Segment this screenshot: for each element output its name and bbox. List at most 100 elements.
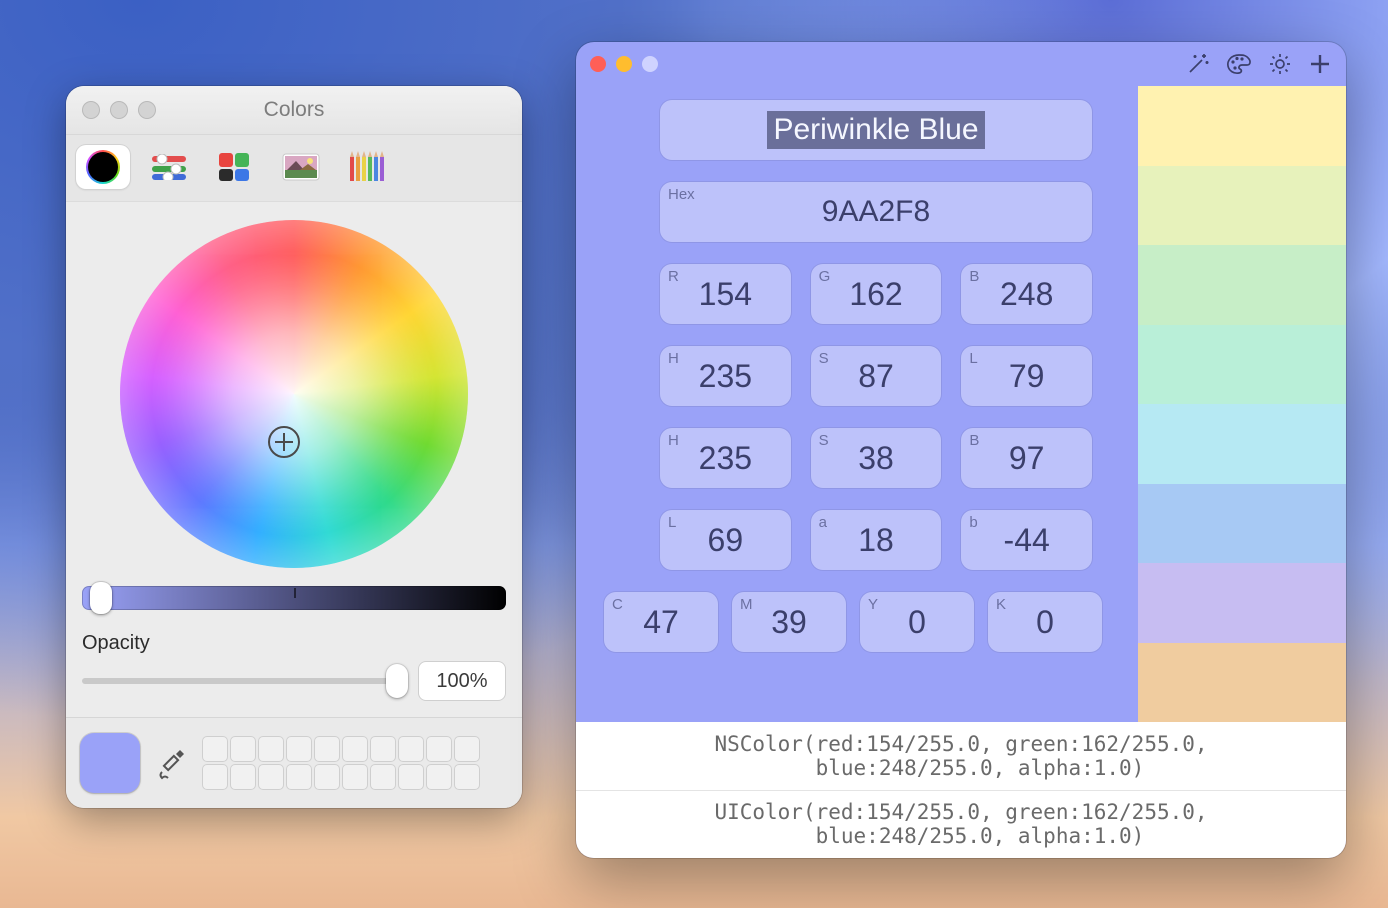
swatch-cell[interactable] [370, 736, 396, 762]
tab-color-wheel[interactable] [76, 145, 130, 189]
palette-swatch[interactable] [1138, 404, 1346, 484]
c-label: C [612, 596, 623, 613]
swatch-cell[interactable] [398, 764, 424, 790]
palette-swatch[interactable] [1138, 484, 1346, 564]
opacity-value[interactable]: 100% [418, 661, 506, 701]
swatch-grid [202, 736, 480, 790]
wand-icon[interactable] [1186, 52, 1210, 76]
cmyk-c-field[interactable]: C 47 [604, 592, 718, 652]
info-traffic-lights [590, 56, 658, 72]
lab-a-value: 18 [858, 522, 894, 559]
minimize-button[interactable] [616, 56, 632, 72]
swatch-cell[interactable] [370, 764, 396, 790]
hsb-b-value: 97 [1009, 440, 1045, 477]
lab-b-field[interactable]: b-44 [961, 510, 1092, 570]
swatch-cell[interactable] [286, 764, 312, 790]
brightness-knob[interactable] [90, 582, 112, 614]
sliders-icon [152, 154, 186, 180]
nscolor-code[interactable]: NSColor(red:154/255.0, green:162/255.0, … [576, 722, 1346, 790]
gear-icon[interactable] [1268, 52, 1292, 76]
lab-b-value: -44 [1004, 522, 1050, 559]
hsl-l-field[interactable]: L 79 [961, 346, 1092, 406]
tab-palettes[interactable] [208, 145, 262, 189]
brightness-slider[interactable] [82, 586, 506, 610]
swatch-cell[interactable] [314, 764, 340, 790]
image-icon [282, 153, 320, 181]
hsl-s-field[interactable]: S87 [811, 346, 942, 406]
opacity-slider[interactable] [82, 678, 406, 684]
hsl-h-field[interactable]: H 235 [660, 346, 791, 406]
tab-sliders[interactable] [142, 145, 196, 189]
hex-label: Hex [668, 186, 695, 203]
m-label: M [740, 596, 753, 613]
uicolor-code[interactable]: UIColor(red:154/255.0, green:162/255.0, … [576, 790, 1346, 859]
g-value: 162 [849, 276, 902, 313]
palette-swatch[interactable] [1138, 643, 1346, 723]
titlebar: Colors [66, 86, 522, 135]
color-wheel[interactable] [120, 220, 468, 568]
hsl-h-value: 235 [699, 358, 752, 395]
add-icon[interactable] [1308, 52, 1332, 76]
opacity-knob[interactable] [386, 664, 408, 698]
rgb-b-field[interactable]: B248 [961, 264, 1092, 324]
cmyk-y-field[interactable]: Y0 [860, 592, 974, 652]
palette-swatch[interactable] [1138, 563, 1346, 643]
swatch-cell[interactable] [454, 736, 480, 762]
cmyk-k-field[interactable]: K0 [988, 592, 1102, 652]
swatch-cell[interactable] [454, 764, 480, 790]
palette-swatch[interactable] [1138, 325, 1346, 405]
swatch-cell[interactable] [398, 736, 424, 762]
color-name-field[interactable]: Periwinkle Blue [660, 100, 1092, 160]
lab-l-field[interactable]: L69 [660, 510, 791, 570]
cmyk-m-field[interactable]: M 39 [732, 592, 846, 652]
rgb-r-field[interactable]: R154 [660, 264, 791, 324]
wheel-cursor-icon[interactable] [268, 426, 300, 458]
palette-swatch[interactable] [1138, 166, 1346, 246]
k-value: 0 [1036, 604, 1054, 641]
g-label: G [819, 268, 831, 285]
tab-image[interactable] [274, 145, 328, 189]
color-wheel-icon [86, 150, 120, 184]
slider-tick-icon [294, 588, 296, 598]
palettes-icon [218, 152, 252, 182]
swatch-cell[interactable] [342, 764, 368, 790]
swatch-cell[interactable] [230, 736, 256, 762]
swatch-cell[interactable] [258, 764, 284, 790]
hsl-l-label: L [969, 350, 977, 367]
colors-window: Colors [66, 86, 522, 808]
hsl-h-label: H [668, 350, 679, 367]
c-value: 47 [643, 604, 679, 641]
hsl-l-value: 79 [1009, 358, 1045, 395]
hsb-s-label: S [819, 432, 829, 449]
swatch-cell[interactable] [314, 736, 340, 762]
palette-swatch[interactable] [1138, 86, 1346, 166]
current-swatch[interactable] [80, 733, 140, 793]
hsb-h-field[interactable]: H235 [660, 428, 791, 488]
swatch-cell[interactable] [286, 736, 312, 762]
swatch-cell[interactable] [202, 736, 228, 762]
hsb-b-field[interactable]: B 97 [961, 428, 1092, 488]
swatch-cell[interactable] [426, 764, 452, 790]
swatch-cell[interactable] [426, 736, 452, 762]
tab-pencils[interactable] [340, 145, 394, 189]
swatch-cell[interactable] [202, 764, 228, 790]
swatch-cell[interactable] [230, 764, 256, 790]
rgb-g-field[interactable]: G 162 [811, 264, 942, 324]
lab-a-field[interactable]: a18 [811, 510, 942, 570]
zoom-button-disabled[interactable] [642, 56, 658, 72]
swatch-cell[interactable] [258, 736, 284, 762]
palette-icon[interactable] [1226, 53, 1252, 75]
palette-strip [1138, 86, 1346, 722]
eyedropper-icon[interactable] [154, 746, 188, 780]
k-label: K [996, 596, 1006, 613]
hsb-s-value: 38 [858, 440, 894, 477]
m-value: 39 [771, 604, 807, 641]
swatch-cell[interactable] [342, 736, 368, 762]
hsb-s-field[interactable]: S 38 [811, 428, 942, 488]
y-value: 0 [908, 604, 926, 641]
hsb-b-label: B [969, 432, 979, 449]
palette-swatch[interactable] [1138, 245, 1346, 325]
hex-field[interactable]: Hex 9AA2F8 [660, 182, 1092, 242]
close-button[interactable] [590, 56, 606, 72]
colors-footer [66, 717, 522, 808]
